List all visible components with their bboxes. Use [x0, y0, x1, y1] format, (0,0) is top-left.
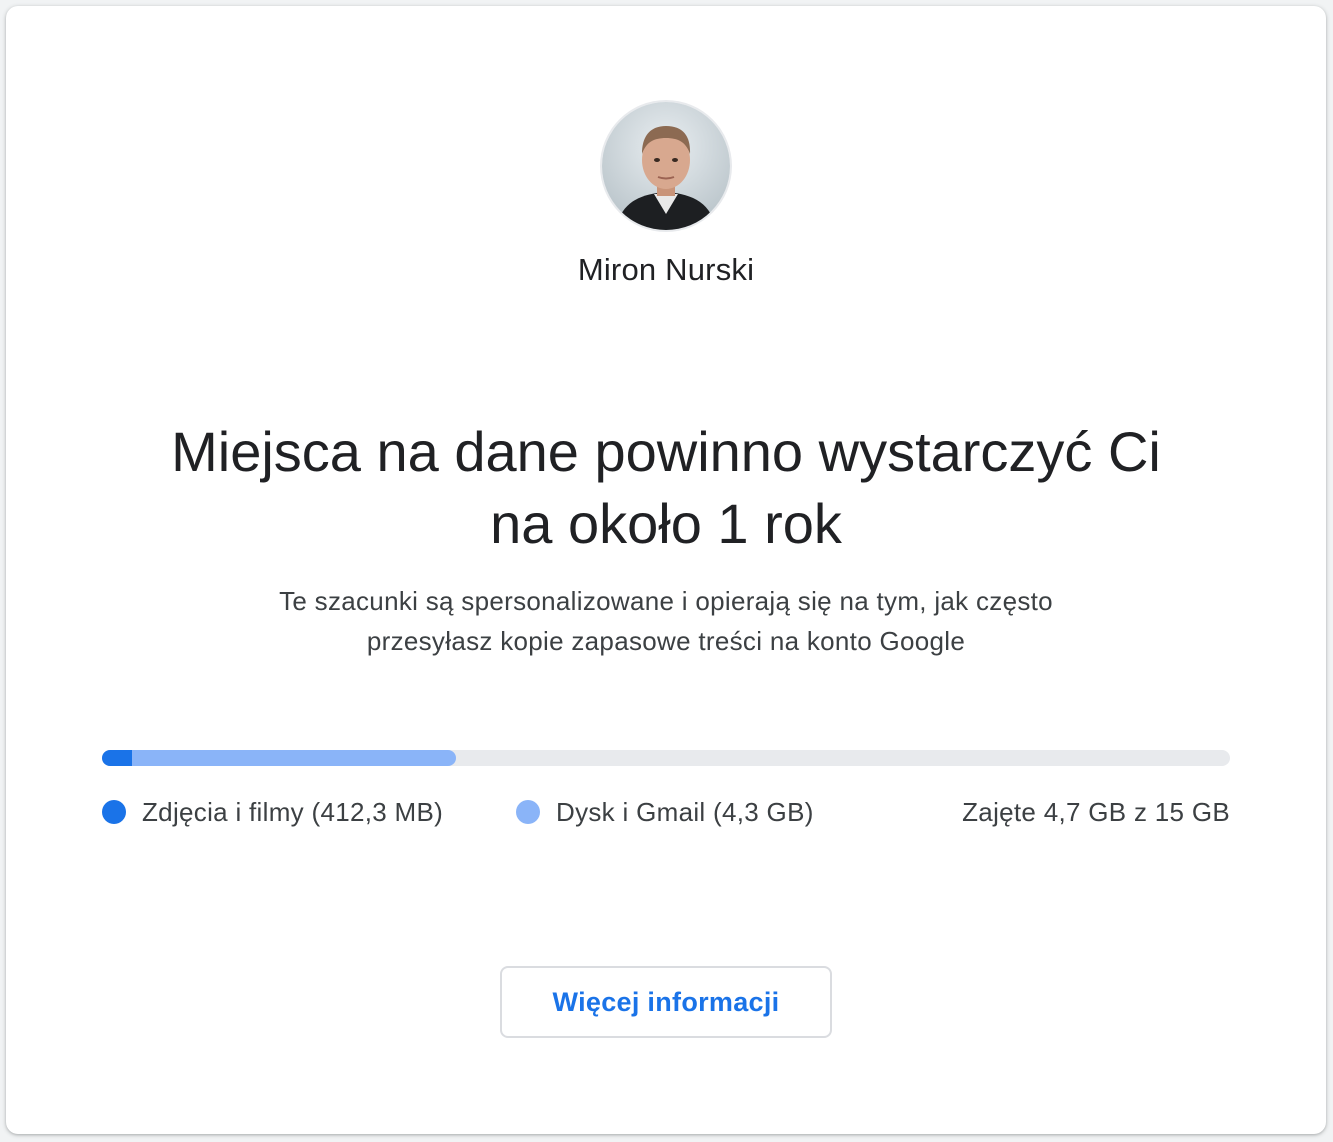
storage-used-summary: Zajęte 4,7 GB z 15 GB [962, 797, 1230, 827]
legend-label-drive-gmail: Dysk i Gmail (4,3 GB) [556, 797, 814, 827]
storage-estimate-card: Miron Nurski Miejsca na dane powinno wys… [6, 6, 1326, 1134]
storage-legend: Zdjęcia i filmy (412,3 MB) Dysk i Gmail … [102, 792, 1230, 832]
account-name: Miron Nurski [577, 252, 755, 287]
description-line-2: przesyłasz kopie zapasowe treści na kont… [366, 626, 966, 656]
estimate-headline: Miejsca na dane powinno wystarczyć Ci na… [116, 416, 1216, 560]
headline-line-2: na około 1 rok [490, 492, 842, 555]
profile-photo [602, 102, 730, 230]
estimate-description: Te szacunki są spersonalizowane i opiera… [216, 581, 1116, 661]
headline-line-1: Miejsca na dane powinno wystarczyć Ci [171, 420, 1161, 483]
storage-bar-segment-photos [102, 750, 133, 766]
legend-label-photos: Zdjęcia i filmy (412,3 MB) [142, 797, 444, 827]
legend-dot-photos [102, 800, 126, 824]
more-info-button[interactable]: Więcej informacji [500, 966, 832, 1038]
description-line-1: Te szacunki są spersonalizowane i opiera… [279, 586, 1053, 616]
storage-usage-bar [102, 750, 1230, 766]
avatar [602, 102, 730, 230]
storage-bar-segment-drive-gmail [132, 750, 457, 766]
legend-dot-drive-gmail [516, 800, 540, 824]
